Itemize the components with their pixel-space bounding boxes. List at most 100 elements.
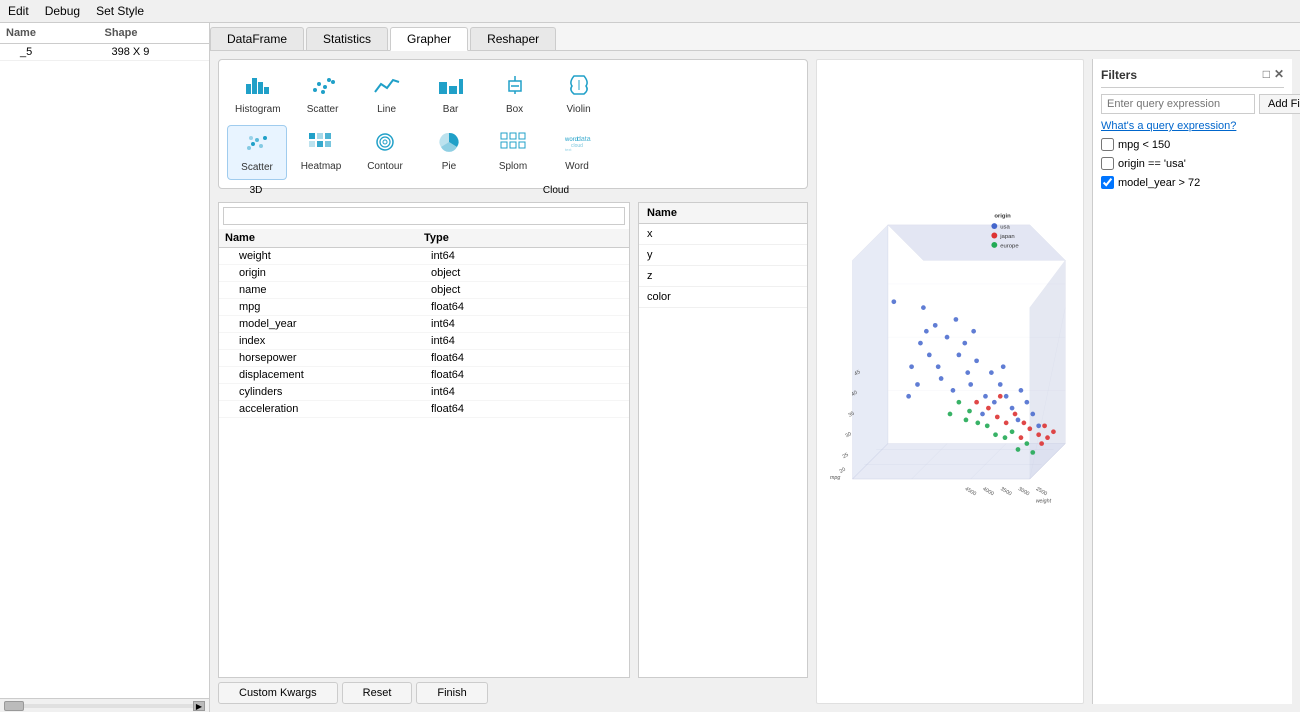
chart-btn-pie[interactable]: Pie <box>419 125 479 180</box>
filters-panel: Filters □ ✕ Add Filter What's a query ex… <box>1092 59 1292 704</box>
filter-checkbox-1[interactable] <box>1101 157 1114 170</box>
chart-btn-scatter3d[interactable]: Scatter <box>227 125 287 180</box>
left-col-name: Name <box>6 27 105 39</box>
var-row-5[interactable]: index int64 <box>219 333 629 350</box>
splom-icon <box>499 131 527 159</box>
chart-label-contour: Contour <box>367 161 403 172</box>
left-row-name: _5 <box>20 46 112 58</box>
chart-row-2: Scatter Heatmap <box>227 125 799 180</box>
reset-button[interactable]: Reset <box>342 682 413 704</box>
svg-text:mpg: mpg <box>830 475 840 481</box>
content-area: DataFrame Statistics Grapher Reshaper <box>210 23 1300 712</box>
tab-dataframe[interactable]: DataFrame <box>210 27 304 50</box>
svg-text:data: data <box>577 136 591 143</box>
chart-btn-line[interactable]: Line <box>357 68 417 121</box>
var-row-2[interactable]: name object <box>219 282 629 299</box>
axis-z[interactable]: z <box>639 266 807 287</box>
variable-list: Name Type weight int64 origin object n <box>218 202 630 678</box>
scatter-icon <box>309 74 337 102</box>
var-row-3[interactable]: mpg float64 <box>219 299 629 316</box>
var-row-4[interactable]: model_year int64 <box>219 316 629 333</box>
svg-text:20: 20 <box>839 467 847 475</box>
filter-label-2: model_year > 72 <box>1118 177 1200 189</box>
chart-label-heatmap: Heatmap <box>301 161 342 172</box>
filter-label-0: mpg < 150 <box>1118 139 1170 151</box>
svg-text:3000: 3000 <box>1017 486 1030 497</box>
pie-icon <box>435 131 463 159</box>
custom-kwargs-button[interactable]: Custom Kwargs <box>218 682 338 704</box>
inner-content: Histogram Scatter <box>210 51 1300 712</box>
menu-debug[interactable]: Debug <box>45 4 80 18</box>
filter-close-icon[interactable]: ✕ <box>1274 67 1284 81</box>
filter-item-0: mpg < 150 <box>1101 138 1284 151</box>
svg-text:cloud: cloud <box>571 143 583 149</box>
chart-btn-box[interactable]: Box <box>485 68 545 121</box>
var-row-9[interactable]: acceleration float64 <box>219 401 629 418</box>
filter-controls: Add Filter <box>1101 94 1284 114</box>
menu-bar: Edit Debug Set Style <box>0 0 1300 23</box>
svg-text:30: 30 <box>845 431 853 439</box>
var-row-6[interactable]: horsepower float64 <box>219 350 629 367</box>
left-controls: Histogram Scatter <box>218 59 808 704</box>
tabs: DataFrame Statistics Grapher Reshaper <box>210 23 1300 51</box>
filters-icons: □ ✕ <box>1263 67 1284 81</box>
tab-statistics[interactable]: Statistics <box>306 27 388 50</box>
tab-reshaper[interactable]: Reshaper <box>470 27 556 50</box>
chart-btn-wordcloud[interactable]: wordcloudtextdata Word <box>547 125 607 180</box>
variable-search[interactable] <box>223 207 625 225</box>
tab-grapher[interactable]: Grapher <box>390 27 468 51</box>
axis-x[interactable]: x <box>639 224 807 245</box>
var-table-header: Name Type <box>219 229 629 248</box>
axis-color[interactable]: color <box>639 287 807 308</box>
horizontal-scrollbar[interactable]: ▶ <box>0 698 209 712</box>
contour-icon <box>371 131 399 159</box>
add-filter-button[interactable]: Add Filter <box>1259 94 1300 114</box>
filter-label-1: origin == 'usa' <box>1118 158 1186 170</box>
svg-text:japan: japan <box>999 234 1014 240</box>
chart-btn-histogram[interactable]: Histogram <box>227 68 289 121</box>
chart-btn-scatter[interactable]: Scatter <box>293 68 353 121</box>
chart-btn-bar[interactable]: Bar <box>421 68 481 121</box>
var-row-7[interactable]: displacement float64 <box>219 367 629 384</box>
svg-text:weight: weight <box>1036 499 1052 505</box>
chart-label-violin: Violin <box>566 104 590 115</box>
menu-setstyle[interactable]: Set Style <box>96 4 144 18</box>
finish-button[interactable]: Finish <box>416 682 487 704</box>
chart-label-bar: Bar <box>443 104 459 115</box>
axis-y[interactable]: y <box>639 245 807 266</box>
chart-btn-violin[interactable]: Violin <box>549 68 609 121</box>
axis-panel: Name x y z color <box>638 202 808 678</box>
chart-label-pie: Pie <box>442 161 456 172</box>
left-panel-header: Name Shape <box>0 23 209 44</box>
var-row-1[interactable]: origin object <box>219 265 629 282</box>
var-row-0[interactable]: weight int64 <box>219 248 629 265</box>
filter-item-2: model_year > 72 <box>1101 176 1284 189</box>
var-row-8[interactable]: cylinders int64 <box>219 384 629 401</box>
svg-text:25: 25 <box>842 452 850 460</box>
filter-input[interactable] <box>1101 94 1255 114</box>
chart-row-1: Histogram Scatter <box>227 68 799 121</box>
query-expression-link[interactable]: What's a query expression? <box>1101 120 1284 132</box>
svg-text:origin: origin <box>994 214 1011 220</box>
chart-btn-heatmap[interactable]: Heatmap <box>291 125 351 180</box>
chart-label-box: Box <box>506 104 523 115</box>
left-col-shape: Shape <box>105 27 204 39</box>
var-col-name: Name <box>225 232 424 244</box>
chart-btn-splom[interactable]: Splom <box>483 125 543 180</box>
wordcloud-icon: wordcloudtextdata <box>563 131 591 159</box>
chart-label-splom: Splom <box>499 161 527 172</box>
filter-checkbox-0[interactable] <box>1101 138 1114 151</box>
chart-label-wordcloud-1: Word <box>565 161 589 172</box>
chart-label-scatter: Scatter <box>307 104 339 115</box>
left-row-shape: 398 X 9 <box>112 46 204 58</box>
svg-text:europe: europe <box>1000 243 1019 249</box>
left-panel-row[interactable]: _5 398 X 9 <box>0 44 209 61</box>
scatter3d-icon <box>243 132 271 160</box>
menu-edit[interactable]: Edit <box>8 4 29 18</box>
chart-btn-contour[interactable]: Contour <box>355 125 415 180</box>
filter-item-1: origin == 'usa' <box>1101 157 1284 170</box>
left-panel: Name Shape _5 398 X 9 ▶ <box>0 23 210 712</box>
filter-checkbox-2[interactable] <box>1101 176 1114 189</box>
svg-text:4000: 4000 <box>982 486 995 497</box>
filter-minimize-icon[interactable]: □ <box>1263 67 1270 81</box>
